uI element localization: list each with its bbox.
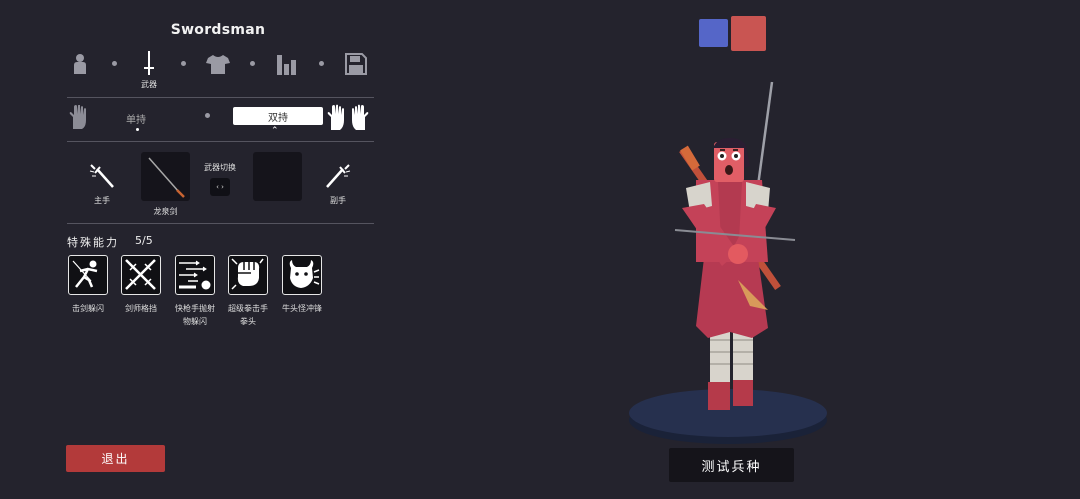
ability-label: 牛头怪冲锋 — [282, 304, 322, 313]
ability-label: 超级拳击手 拳头 — [228, 304, 268, 326]
sword-icon[interactable] — [135, 50, 163, 78]
divider — [67, 223, 374, 224]
fist-icon[interactable] — [228, 255, 268, 295]
main-hand-icon — [89, 163, 115, 193]
stats-icon[interactable] — [273, 50, 301, 78]
off-hand-icon — [325, 163, 351, 193]
dodge-icon[interactable] — [68, 255, 108, 295]
nav-weapons-label: 武器 — [141, 80, 157, 89]
nav-separator-dot — [181, 61, 186, 66]
dual-hand-icon[interactable] — [327, 104, 369, 134]
main-weapon-name: 龙泉剑 — [153, 207, 178, 216]
bull-charge-icon[interactable] — [282, 255, 322, 295]
save-icon[interactable] — [342, 50, 370, 78]
ability-label: 剑师格挡 — [125, 304, 157, 313]
tab-indicator-dot — [136, 128, 139, 131]
weapon-swap-label: 武器切换 — [204, 163, 236, 172]
projectile-dodge-icon[interactable] — [175, 255, 215, 295]
nav-separator-dot — [250, 61, 255, 66]
off-hand-weapon-slot[interactable] — [253, 152, 302, 201]
abilities-title: 特殊能力 — [67, 236, 119, 249]
exit-button[interactable]: 退出 — [66, 445, 165, 472]
team-red-swatch[interactable] — [731, 16, 766, 51]
ability-label: 快枪手抛射 物躲闪 — [175, 304, 215, 326]
shirt-icon[interactable] — [204, 50, 232, 78]
unit-name-title: Swordsman — [170, 22, 266, 38]
divider — [67, 141, 374, 142]
main-hand-label: 主手 — [94, 196, 110, 205]
tab-separator-dot — [205, 113, 210, 118]
unit-preview-model[interactable] — [600, 70, 860, 450]
tab-dual-hand[interactable]: 双持 — [233, 107, 323, 125]
tab-single-hand[interactable]: 单持 — [126, 111, 146, 126]
ability-label: 击剑躲闪 — [72, 304, 104, 313]
weapon-swap-button[interactable]: ‹ › — [210, 178, 230, 196]
nav-separator-dot — [112, 61, 117, 66]
nav-separator-dot — [319, 61, 324, 66]
team-blue-swatch[interactable] — [699, 19, 728, 47]
person-icon[interactable] — [66, 50, 94, 78]
abilities-count: 5/5 — [135, 234, 153, 247]
test-unit-button[interactable]: 测试兵种 — [669, 448, 794, 482]
divider — [67, 97, 374, 98]
crossed-swords-icon[interactable] — [121, 255, 161, 295]
chevron-up-icon: ⌃ — [271, 126, 279, 136]
off-hand-label: 副手 — [330, 196, 346, 205]
single-hand-icon[interactable] — [68, 104, 90, 133]
main-weapon-slot[interactable] — [141, 152, 190, 201]
